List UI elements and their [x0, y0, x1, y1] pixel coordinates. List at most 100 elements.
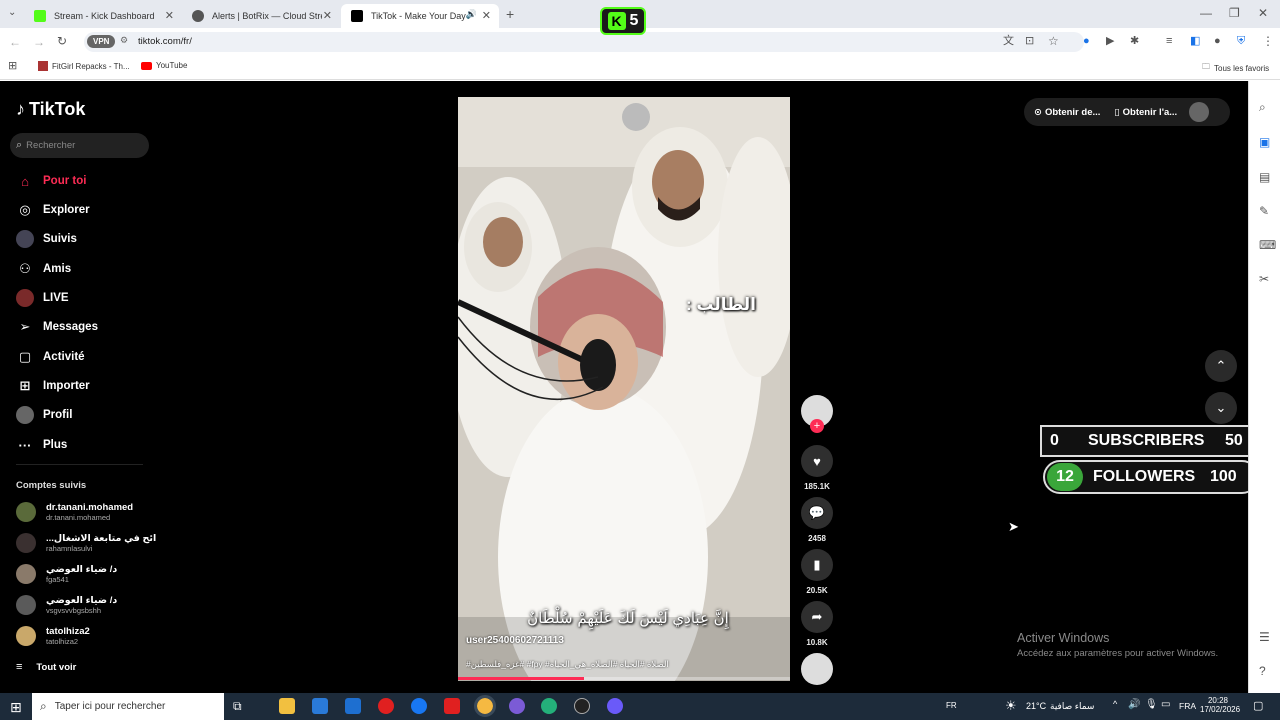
store-icon[interactable]: [312, 698, 328, 714]
facebook-icon[interactable]: [411, 698, 427, 714]
discord-icon[interactable]: [607, 698, 623, 714]
tab-search-icon[interactable]: ⌄: [8, 8, 16, 18]
site-info-icon[interactable]: ⚙: [120, 35, 128, 46]
forward-icon[interactable]: →: [33, 36, 45, 48]
edit-icon[interactable]: ✎: [1259, 205, 1269, 217]
back-icon[interactable]: ←: [9, 36, 21, 48]
weather-text[interactable]: سماء صافية: [1050, 701, 1094, 712]
live-icon: [16, 289, 34, 307]
settings-sliders-icon[interactable]: ☰: [1259, 631, 1270, 643]
reload-icon[interactable]: ↻: [57, 35, 67, 47]
edge-icon[interactable]: [541, 698, 557, 714]
search-input[interactable]: ⌕ Rechercher: [10, 133, 149, 158]
close-icon[interactable]: ✕: [165, 9, 174, 22]
get-app-button[interactable]: ▯ Obtenir l'a...: [1114, 107, 1177, 118]
previous-video-button[interactable]: ⌃: [1205, 350, 1237, 382]
tiktok-logo[interactable]: ♪ TikTok: [16, 99, 85, 120]
install-icon[interactable]: ⊡: [1025, 36, 1034, 47]
windows-start-icon[interactable]: ⊞: [10, 699, 22, 716]
language-indicator[interactable]: FRA: [1179, 701, 1196, 711]
profile-icon[interactable]: ●: [1214, 36, 1221, 47]
extensions-puzzle-icon[interactable]: ✱: [1130, 36, 1139, 47]
nav-profil[interactable]: Profil: [16, 405, 72, 425]
chat-icon[interactable]: ▣: [1259, 136, 1270, 148]
video-progress-track[interactable]: [458, 677, 790, 680]
apps-grid-icon[interactable]: ⊞: [8, 61, 17, 72]
nav-plus[interactable]: ··· Plus: [16, 435, 68, 455]
help-icon[interactable]: ?: [1259, 665, 1266, 677]
media-list-icon[interactable]: ≡: [1166, 36, 1172, 47]
volume-icon[interactable]: 🔊: [1128, 699, 1140, 710]
see-all-link[interactable]: ≡ Tout voir: [16, 661, 76, 673]
network-icon[interactable]: ▭: [1161, 699, 1170, 710]
close-icon[interactable]: ✕: [482, 9, 491, 22]
app-icon[interactable]: [509, 698, 525, 714]
video-hashtags[interactable]: #غزه_فلسطين# #fpy #الصلاة #الحياة #الصلا…: [466, 659, 782, 670]
reading-list-icon[interactable]: ▤: [1259, 171, 1270, 183]
tab-botrix[interactable]: Alerts | BotRix — Cloud Stream ✕: [182, 4, 340, 28]
video-username[interactable]: user25400602721113: [466, 635, 564, 646]
address-bar[interactable]: VPN ⚙ tiktok.com/fr/: [84, 32, 1084, 52]
nav-explorer[interactable]: ◎ Explorer: [16, 200, 89, 220]
new-tab-icon[interactable]: +: [506, 7, 514, 21]
comment-button[interactable]: 💬: [801, 497, 833, 529]
maximize-icon[interactable]: ❐: [1229, 7, 1240, 19]
account-item[interactable]: ...ائح في متابعة الاشغال rahamnlasulvi: [16, 533, 156, 553]
obs-icon[interactable]: [574, 698, 590, 714]
minimize-icon[interactable]: —: [1200, 7, 1212, 19]
weather-temp[interactable]: 21°C: [1026, 701, 1046, 711]
search-icon[interactable]: ⌕: [1259, 101, 1266, 113]
nav-live[interactable]: LIVE: [16, 288, 69, 308]
clock[interactable]: 20:28 17/02/2026: [1200, 696, 1240, 714]
nav-suivis[interactable]: Suivis: [16, 229, 77, 249]
user-avatar[interactable]: [1189, 102, 1210, 122]
translate-icon[interactable]: 文: [1003, 36, 1014, 47]
account-item[interactable]: dr.tanani.mohamed dr.tanani.mohamed: [16, 502, 133, 522]
shield-icon[interactable]: ⛨: [1237, 36, 1245, 47]
account-item[interactable]: tatolhiza2 tatolhiza2: [16, 626, 90, 646]
microphone-icon[interactable]: 🎙: [1145, 699, 1158, 710]
follow-plus-icon[interactable]: +: [810, 419, 824, 433]
tab-kick[interactable]: Stream - Kick Dashboard ✕: [24, 4, 182, 28]
star-icon[interactable]: ☆: [1048, 35, 1059, 47]
next-video-button[interactable]: ⌄: [1205, 392, 1237, 424]
speaker-icon[interactable]: 🔊: [466, 9, 477, 20]
youtube-icon[interactable]: [444, 698, 460, 714]
close-icon[interactable]: ✕: [323, 9, 332, 22]
account-item[interactable]: د/ ضياء العوضي vsgvsvvbgsbshh: [16, 595, 117, 615]
file-explorer-icon[interactable]: [279, 698, 295, 714]
chevron-up-icon[interactable]: ^: [1113, 699, 1117, 709]
nav-importer[interactable]: ⊞ Importer: [16, 376, 90, 396]
music-disc[interactable]: [801, 653, 833, 685]
nav-messages[interactable]: ➢ Messages: [16, 317, 98, 337]
bookmark-fitgirl[interactable]: FitGirl Repacks - Th...: [38, 61, 130, 71]
nav-pour-toi[interactable]: ⌂ Pour toi: [16, 171, 86, 191]
tools-icon[interactable]: ✂: [1259, 273, 1269, 285]
vpn-badge[interactable]: VPN: [87, 35, 116, 48]
chrome-icon[interactable]: [474, 695, 496, 717]
notification-icon[interactable]: ▢: [1253, 699, 1263, 712]
input-language[interactable]: FR: [946, 701, 957, 710]
menu-kebab-icon[interactable]: ⋮: [1262, 35, 1274, 47]
like-button[interactable]: ♥: [801, 445, 833, 477]
gamepad-icon[interactable]: ⌨: [1259, 239, 1276, 251]
mail-icon[interactable]: [345, 698, 361, 714]
task-view-icon[interactable]: ⧉: [233, 699, 242, 714]
youtube-app-icon[interactable]: [378, 698, 394, 714]
nav-activite[interactable]: ▢ Activité: [16, 347, 85, 367]
extension-vpn-icon[interactable]: ●: [1083, 36, 1090, 47]
account-item[interactable]: د/ ضياء العوضي fga541: [16, 564, 117, 584]
extension-video-icon[interactable]: ▶: [1106, 36, 1114, 47]
all-bookmarks[interactable]: 🗀 Tous les favoris: [1202, 61, 1269, 75]
sidebar-toggle-icon[interactable]: ◧: [1190, 36, 1200, 47]
bookmark-youtube[interactable]: YouTube: [141, 61, 187, 70]
save-button[interactable]: ▮: [801, 549, 833, 581]
url-text[interactable]: tiktok.com/fr/: [138, 36, 192, 47]
nav-amis[interactable]: ⚇ Amis: [16, 259, 71, 279]
share-button[interactable]: ➦: [801, 601, 833, 633]
tab-tiktok[interactable]: TikTok - Make Your Day 🔊 ✕: [341, 4, 499, 28]
video-player[interactable]: الطالب : إِنَّ عِبَادِي لَيْسَ لَكَ عَلَ…: [458, 97, 790, 681]
close-window-icon[interactable]: ✕: [1258, 7, 1268, 19]
get-desktop-button[interactable]: ⊙ Obtenir de...: [1034, 107, 1100, 118]
taskbar-search-input[interactable]: ⌕ Taper ici pour rechercher: [32, 693, 224, 720]
